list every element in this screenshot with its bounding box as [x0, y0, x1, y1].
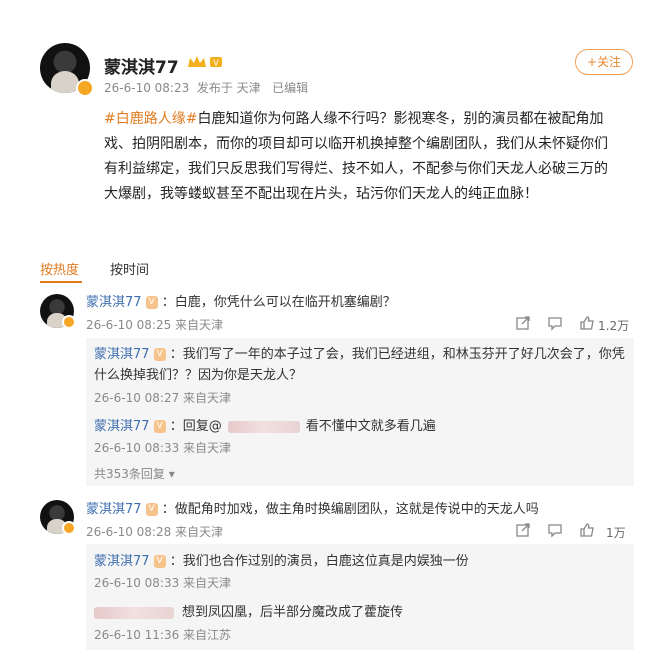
reply-text: ：回复@ — [169, 419, 222, 434]
comment-1-line: 蒙淇淇77 V ：白鹿，你凭什么可以在临开机塞编剧？ — [86, 291, 396, 310]
verified-badge-icon — [62, 315, 76, 329]
comment-text: ：做配角时加戏，做主角时换编剧团队，这就是传说中的天龙人吗 — [161, 502, 539, 517]
share-icon[interactable] — [515, 522, 531, 538]
reply-meta: 26-6-10 08:33 来自天津 — [94, 441, 232, 455]
follow-button[interactable]: +关注 — [575, 49, 633, 75]
post-body-line-2: 戏、拍阴阳剧本，而你的项目却可以临开机换掉整个编剧团队，我们从未怀疑你们 — [104, 136, 608, 152]
tab-sort-hot[interactable]: 按热度 — [40, 259, 82, 283]
like-count: 1.2万 — [598, 319, 630, 333]
reply-3-line: 蒙淇淇77 V ：我们也合作过别的演员，白鹿这位真是内娱独一份 — [94, 550, 469, 569]
post-author[interactable]: 蒙淇淇77 — [104, 53, 179, 78]
reply-text: 想到凤囚凰，后半部分魔改成了藿旋传 — [182, 605, 404, 620]
comment-author[interactable]: 蒙淇淇77 — [86, 295, 142, 310]
comment-meta: 26-6-10 08:28 来自天津 — [86, 525, 224, 539]
svg-text:V: V — [213, 59, 219, 68]
comment-icon[interactable] — [547, 315, 563, 331]
vip-crown-icon: V — [186, 54, 224, 74]
reply-1-line: 蒙淇淇77 V ：我们写了一年的本子过了会，我们已经进组，和林玉芬开了好几次会了，你… — [94, 344, 634, 386]
reply-meta: 26-6-10 08:33 来自天津 — [94, 576, 232, 590]
more-replies-link[interactable]: 共353条回复 ▾ — [94, 465, 175, 482]
verified-badge-icon — [76, 79, 94, 97]
redacted-username — [94, 606, 174, 619]
chevron-down-icon: ▾ — [168, 467, 175, 481]
reply-text: ：我们写了一年的本子过了会，我们已经进组，和林玉芬开了好几次会了，你凭 — [169, 347, 625, 362]
tab-sort-time[interactable]: 按时间 — [110, 259, 149, 278]
verified-badge-icon — [62, 521, 76, 535]
more-replies-label: 共353条回复 — [94, 467, 165, 481]
level-badge: V — [153, 348, 166, 361]
reply-author[interactable]: 蒙淇淇77 — [94, 419, 150, 434]
comment-author[interactable]: 蒙淇淇77 — [86, 502, 142, 517]
reply-text-cont: 什么换掉我们？？因为你是天龙人？ — [94, 368, 303, 383]
reply-meta: 26-6-10 08:27 来自天津 — [94, 391, 232, 405]
reply-2-line: 蒙淇淇77 V ：回复@ 看不懂中文就多看几遍 — [94, 415, 436, 434]
share-icon[interactable] — [515, 315, 531, 331]
reply-author[interactable]: 蒙淇淇77 — [94, 554, 150, 569]
like-count: 1万 — [606, 526, 626, 540]
post-body-line-1: 白鹿知道你为何路人缘不行吗？影视寒冬，别的演员都在被配角加 — [197, 111, 604, 127]
like-icon[interactable] — [579, 315, 595, 331]
redacted-username — [227, 420, 300, 433]
hashtag-link[interactable]: #白鹿路人缘# — [104, 111, 197, 127]
level-badge: V — [145, 296, 158, 309]
reply-author[interactable]: 蒙淇淇77 — [94, 347, 150, 362]
like-icon[interactable] — [579, 522, 595, 538]
post-meta: 26-6-10 08:23 发布于 天津 已编辑 — [104, 81, 309, 95]
tab-sort-hot-label: 按热度 — [40, 263, 80, 278]
post-body-line-4: 大爆剧，我等蝼蚁甚至不配出现在片头，玷污你们天龙人的纯正血脉！ — [104, 186, 538, 202]
comment-text: ：白鹿，你凭什么可以在临开机塞编剧？ — [161, 295, 396, 310]
post-body: #白鹿路人缘#白鹿知道你为何路人缘不行吗？影视寒冬，别的演员都在被配角加 戏、拍… — [104, 107, 644, 207]
level-badge: V — [153, 555, 166, 568]
comment-meta: 26-6-10 08:25 来自天津 — [86, 318, 224, 332]
tab-sort-time-label: 按时间 — [110, 263, 150, 278]
post-body-line-3: 有利益绑定，我们只反思我们写得烂、技不如人，不配参与你们天龙人必破三万的 — [104, 161, 608, 177]
level-badge: V — [145, 503, 158, 516]
reply-text: ：我们也合作过别的演员，白鹿这位真是内娱独一份 — [169, 554, 469, 569]
level-badge: V — [153, 420, 166, 433]
reply-text-cont: 看不懂中文就多看几遍 — [305, 419, 436, 434]
reply-4-line: 想到凤囚凰，后半部分魔改成了藿旋传 — [94, 601, 403, 620]
follow-label: +关注 — [586, 55, 622, 69]
comment-icon[interactable] — [547, 522, 563, 538]
reply-meta: 26-6-10 11:36 来自江苏 — [94, 628, 232, 642]
comment-2-line: 蒙淇淇77 V ：做配角时加戏，做主角时换编剧团队，这就是传说中的天龙人吗 — [86, 498, 539, 517]
